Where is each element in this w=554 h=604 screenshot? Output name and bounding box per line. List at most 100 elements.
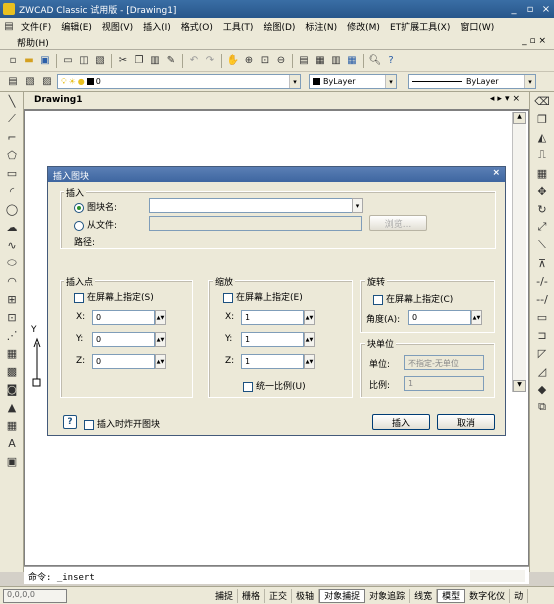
help-icon[interactable]: ?: [63, 415, 77, 429]
status-toggle-4[interactable]: 对象捕捉: [319, 588, 366, 603]
offset-icon[interactable]: ⎍: [530, 146, 554, 164]
chevron-down-icon[interactable]: ▾: [352, 198, 363, 213]
vertical-scrollbar[interactable]: ▲ ▼: [512, 112, 526, 392]
circle-icon[interactable]: ◯: [0, 200, 24, 218]
mirror-icon[interactable]: ◭: [530, 128, 554, 146]
rotate-icon[interactable]: ↻: [530, 200, 554, 218]
status-toggle-6[interactable]: 线宽: [410, 588, 438, 603]
menu-item-9[interactable]: ET扩展工具(X): [385, 20, 455, 33]
menu-item-help[interactable]: 帮助(H): [12, 36, 54, 49]
properties-icon[interactable]: ⧉: [530, 398, 554, 416]
maximize-button[interactable]: ▫: [522, 4, 538, 15]
status-toggle-3[interactable]: 极轴: [292, 588, 320, 603]
scroll-up-icon[interactable]: ▲: [513, 112, 526, 124]
table-icon[interactable]: ▦: [0, 416, 24, 434]
ellipse-icon[interactable]: ⬭: [0, 254, 24, 272]
document-icon[interactable]: ▤: [2, 19, 16, 33]
fillet-icon[interactable]: ◿: [530, 362, 554, 380]
copy-object-icon[interactable]: ❐: [530, 110, 554, 128]
ray-icon[interactable]: ⟋: [0, 110, 24, 128]
insertion-z-input[interactable]: 0: [92, 354, 155, 369]
help-icon[interactable]: ?: [384, 54, 398, 68]
command-line[interactable]: 命令: _insert: [24, 566, 529, 584]
menu-item-8[interactable]: 修改(M): [342, 20, 385, 33]
rectangle-icon[interactable]: ▭: [0, 164, 24, 182]
close-button[interactable]: ×: [538, 4, 554, 15]
menu-item-7[interactable]: 标注(N): [300, 20, 342, 33]
menu-item-0[interactable]: 文件(F): [16, 20, 56, 33]
revision-cloud-icon[interactable]: ☁: [0, 218, 24, 236]
zoom-icon[interactable]: 🔍︎: [368, 54, 382, 68]
scale-x-spinner[interactable]: ▲▼: [304, 310, 315, 325]
region-icon[interactable]: ◙: [0, 380, 24, 398]
zoom-window-icon[interactable]: ⊡: [258, 54, 272, 68]
status-toggle-0[interactable]: 捕捉: [211, 588, 239, 603]
chamfer-icon[interactable]: ◸: [530, 344, 554, 362]
save-icon[interactable]: ▣: [38, 54, 52, 68]
chevron-down-icon[interactable]: ▾: [524, 75, 535, 88]
move-icon[interactable]: ✥: [530, 182, 554, 200]
design-center-icon[interactable]: ▦: [313, 54, 327, 68]
insert-block-icon[interactable]: ⊞: [0, 290, 24, 308]
insertion-x-input[interactable]: 0: [92, 310, 155, 325]
image-icon[interactable]: ▣: [0, 452, 24, 470]
color-combo[interactable]: ByLayer ▾: [309, 74, 397, 89]
undo-icon[interactable]: ↶: [187, 54, 201, 68]
menu-item-10[interactable]: 窗口(W): [455, 20, 499, 33]
calculator-icon[interactable]: ▦: [345, 54, 359, 68]
scale-z-spinner[interactable]: ▲▼: [304, 354, 315, 369]
polyline-icon[interactable]: ⌐: [0, 128, 24, 146]
horizontal-scrollbar[interactable]: [470, 570, 525, 582]
from-file-radio[interactable]: 从文件:: [74, 218, 117, 231]
hatch-icon[interactable]: ▦: [0, 344, 24, 362]
mtext-icon[interactable]: A: [0, 434, 24, 452]
lengthen-icon[interactable]: ⊼: [530, 254, 554, 272]
chevron-down-icon[interactable]: ▾: [289, 75, 300, 88]
status-toggle-5[interactable]: 对象追踪: [365, 588, 411, 603]
gradient-icon[interactable]: ▩: [0, 362, 24, 380]
insertion-y-spinner[interactable]: ▲▼: [155, 332, 166, 347]
chevron-down-icon[interactable]: ▾: [385, 75, 396, 88]
dialog-close-icon[interactable]: ×: [492, 168, 500, 178]
open-folder-icon[interactable]: ▬: [22, 54, 36, 68]
tab-navigation[interactable]: ◂▸▾×: [490, 94, 523, 104]
cut-icon[interactable]: ✂: [116, 54, 130, 68]
rotation-on-screen-checkbox[interactable]: 在屏幕上指定(C): [373, 292, 453, 305]
mdi-controls[interactable]: _ ▫ ×: [522, 36, 546, 46]
publish-icon[interactable]: ▧: [93, 54, 107, 68]
arc-icon[interactable]: ◜: [0, 182, 24, 200]
block-name-combo[interactable]: [149, 198, 362, 213]
insertion-y-input[interactable]: 0: [92, 332, 155, 347]
extend-icon[interactable]: --/: [530, 290, 554, 308]
break-icon[interactable]: ▭: [530, 308, 554, 326]
status-toggle-7[interactable]: 模型: [437, 588, 466, 603]
status-toggle-9[interactable]: 动: [510, 588, 529, 603]
linetype-combo[interactable]: ByLayer ▾: [408, 74, 536, 89]
join-icon[interactable]: ⊐: [530, 326, 554, 344]
polygon-icon[interactable]: ⬠: [0, 146, 24, 164]
layer-combo[interactable]: 💡︎ ☀ ● 0 ▾: [57, 74, 301, 89]
menu-item-3[interactable]: 插入(I): [138, 20, 176, 33]
layer-state-icon[interactable]: ▨: [40, 75, 54, 89]
minimize-button[interactable]: _: [506, 4, 522, 15]
scale-on-screen-checkbox[interactable]: 在屏幕上指定(E): [223, 290, 303, 303]
rotation-angle-spinner[interactable]: ▲▼: [471, 310, 482, 325]
insert-button[interactable]: 插入: [372, 414, 430, 430]
ellipse-arc-icon[interactable]: ◠: [0, 272, 24, 290]
copy-icon[interactable]: ❐: [132, 54, 146, 68]
match-properties-icon[interactable]: ✎: [164, 54, 178, 68]
new-file-icon[interactable]: ▫: [6, 54, 20, 68]
trim-icon[interactable]: -/-: [530, 272, 554, 290]
insertion-x-spinner[interactable]: ▲▼: [155, 310, 166, 325]
menu-item-5[interactable]: 工具(T): [218, 20, 259, 33]
scale-x-input[interactable]: 1: [241, 310, 304, 325]
status-toggle-2[interactable]: 正交: [265, 588, 293, 603]
point-icon[interactable]: ⋰: [0, 326, 24, 344]
insertion-on-screen-checkbox[interactable]: 在屏幕上指定(S): [74, 290, 154, 303]
wipeout-icon[interactable]: ▲: [0, 398, 24, 416]
scale-z-input[interactable]: 1: [241, 354, 304, 369]
uniform-scale-checkbox[interactable]: 统一比例(U): [243, 379, 306, 392]
scale-y-input[interactable]: 1: [241, 332, 304, 347]
cancel-button[interactable]: 取消: [437, 414, 495, 430]
menu-item-6[interactable]: 绘图(D): [258, 20, 300, 33]
